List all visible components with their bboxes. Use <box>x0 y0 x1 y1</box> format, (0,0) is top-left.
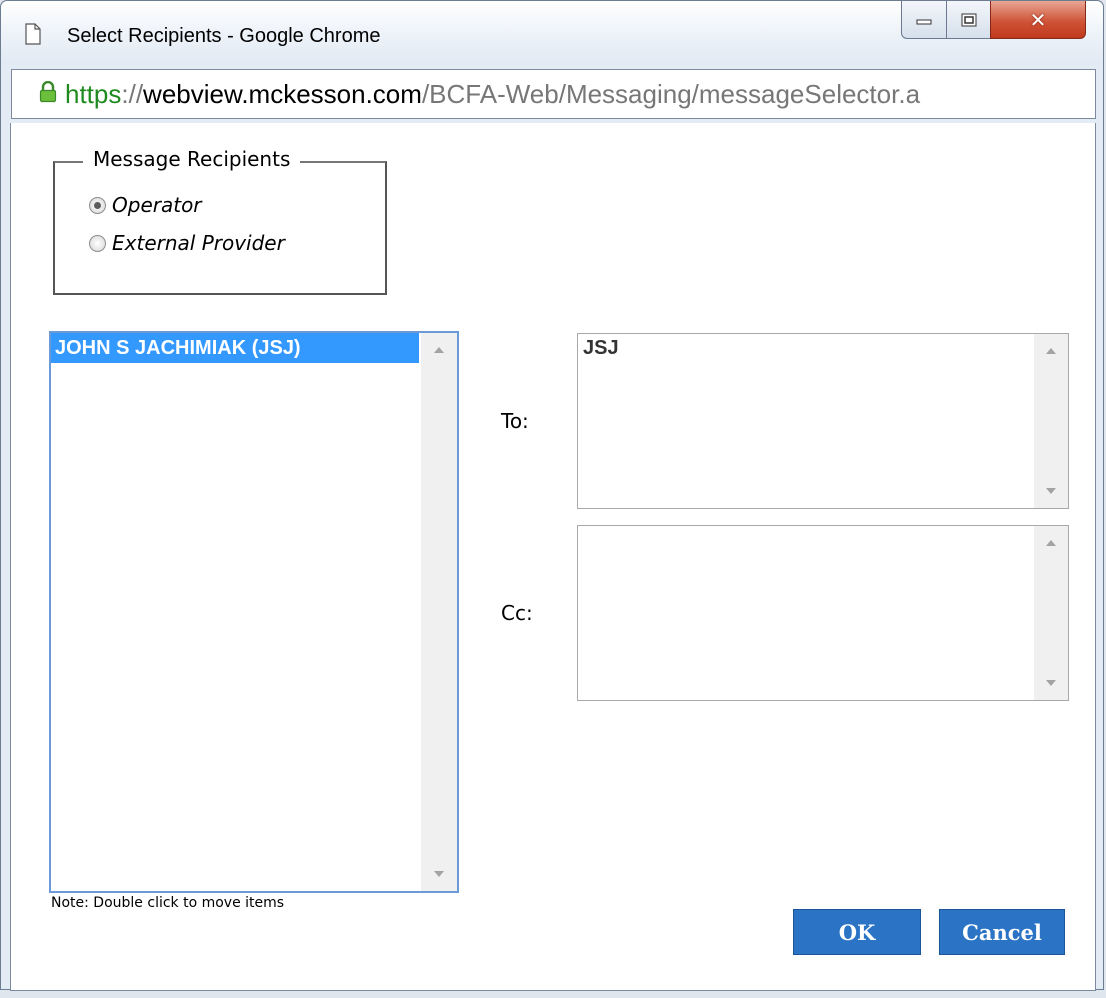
radio-label-operator: Operator <box>112 193 202 217</box>
maximize-button[interactable] <box>946 1 991 39</box>
window-title: Select Recipients - Google Chrome <box>67 25 381 47</box>
scroll-down-icon[interactable] <box>1046 488 1056 494</box>
cc-field[interactable] <box>577 525 1069 701</box>
to-label: To: <box>501 409 529 433</box>
cancel-button[interactable]: Cancel <box>939 909 1065 955</box>
maximize-icon <box>961 13 976 26</box>
dialog-content: Message Recipients Operator External Pro… <box>10 123 1096 991</box>
radio-button-external-provider[interactable] <box>89 234 106 252</box>
to-field[interactable]: JSJ <box>577 333 1069 509</box>
cc-label: Cc: <box>501 601 533 625</box>
minimize-icon <box>916 19 932 24</box>
url-separator: :// <box>121 78 144 109</box>
list-scrollbar[interactable] <box>421 333 457 891</box>
url-text: https://webview.mckesson.com/BCFA-Web/Me… <box>65 79 920 110</box>
lock-icon <box>39 80 57 107</box>
close-icon: ✕ <box>1029 7 1047 32</box>
to-field-value: JSJ <box>583 337 619 359</box>
group-legend: Message Recipients <box>83 147 301 171</box>
url-path: /BCFA-Web/Messaging/messageSelector.a <box>421 78 921 109</box>
available-recipients-list[interactable]: JOHN S JACHIMIAK (JSJ) <box>49 331 459 893</box>
url-host: webview.mckesson.com <box>143 78 422 109</box>
ok-button[interactable]: OK <box>793 909 921 955</box>
scroll-up-icon[interactable] <box>434 347 444 353</box>
close-button[interactable]: ✕ <box>990 1 1086 39</box>
scroll-up-icon[interactable] <box>1046 540 1056 546</box>
radio-external-provider[interactable]: External Provider <box>89 231 285 255</box>
address-bar[interactable]: https://webview.mckesson.com/BCFA-Web/Me… <box>11 69 1096 119</box>
message-recipients-group: Message Recipients Operator External Pro… <box>53 147 387 295</box>
to-field-scrollbar[interactable] <box>1034 334 1068 508</box>
scroll-down-icon[interactable] <box>434 871 444 877</box>
radio-operator[interactable]: Operator <box>89 193 202 217</box>
note-text: Note: Double click to move items <box>51 895 285 911</box>
list-item[interactable]: JOHN S JACHIMIAK (JSJ) <box>51 333 419 363</box>
scroll-down-icon[interactable] <box>1046 680 1056 686</box>
browser-popup-window: Select Recipients - Google Chrome ✕ http… <box>0 0 1104 991</box>
radio-label-external-provider: External Provider <box>112 231 285 255</box>
title-bar: Select Recipients - Google Chrome ✕ <box>1 1 1103 65</box>
minimize-button[interactable] <box>901 1 947 39</box>
page-icon <box>25 23 41 49</box>
radio-button-operator[interactable] <box>89 196 106 214</box>
cc-field-scrollbar[interactable] <box>1034 526 1068 700</box>
url-scheme: https <box>65 78 122 109</box>
scroll-up-icon[interactable] <box>1046 348 1056 354</box>
